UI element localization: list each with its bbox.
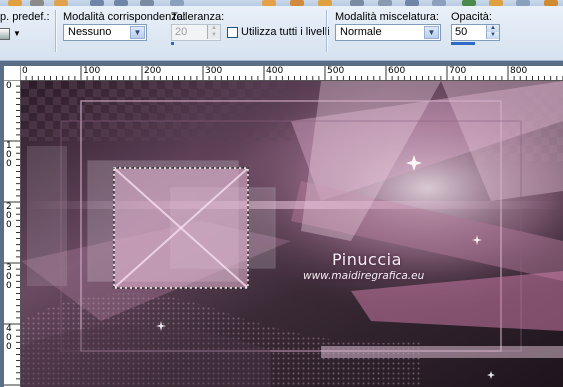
ruler-h-label: 100 [83,66,101,76]
spin-down-icon[interactable]: ▼ [207,32,220,39]
blend-value: Normale [340,26,382,38]
ruler-h-label: 300 [205,66,223,76]
watermark-url: www.maidiregrafica.eu [303,270,425,282]
preset-icon[interactable] [0,28,10,40]
ruler-v-label: 2 0 0 [6,202,12,230]
blend-dropdown[interactable]: Normale ▼ [335,24,441,41]
tool-options-bar: p. predef.: ▼ Modalità corrispondenza: N… [0,6,563,61]
all-layers-label: Utilizza tutti i livelli [241,26,330,38]
ruler-h-label: 700 [449,66,467,76]
chevron-down-icon[interactable]: ▼ [130,26,145,39]
ruler-ticks [20,66,563,80]
preset-dropdown-arrow-icon[interactable]: ▼ [13,29,21,38]
tolerance-slider[interactable] [171,42,174,45]
ruler-h-label: 200 [144,66,162,76]
mode-value: Nessuno [68,26,112,38]
ruler-h-label: 800 [510,66,528,76]
ruler-v-label: 4 0 0 [6,324,12,352]
artwork [21,81,563,387]
spin-down-icon[interactable]: ▼ [486,32,499,39]
separator [326,10,328,52]
ruler-v-label: 0 [6,81,12,91]
mode-label: Modalità corrispondenza: [63,11,186,23]
all-layers-checkbox[interactable] [227,27,238,38]
ruler-v-label: 3 0 0 [6,263,12,291]
blend-label: Modalità miscelatura: [335,11,439,23]
tolerance-label: Tolleranza: [171,11,225,23]
opacity-label: Opacità: [451,11,492,23]
opacity-spinner[interactable]: 50 ▲ ▼ [451,24,500,41]
ruler-h-label: 0 [22,66,28,76]
preset-label: p. predef.: [0,11,50,23]
mode-dropdown[interactable]: Nessuno ▼ [63,24,147,41]
vertical-ruler: 0 1 0 0 2 0 0 3 0 0 4 0 0 [4,80,21,387]
ruler-h-label: 400 [266,66,284,76]
image-canvas[interactable] [21,81,563,387]
spin-up-icon[interactable]: ▲ [207,25,220,32]
ruler-h-label: 500 [327,66,345,76]
ruler-v-label: 1 0 0 [6,141,12,169]
tolerance-spinner[interactable]: 20 ▲ ▼ [171,24,221,41]
spin-up-icon[interactable]: ▲ [486,25,499,32]
opacity-slider[interactable] [451,42,475,45]
chevron-down-icon[interactable]: ▼ [424,26,439,39]
watermark-title: Pinuccia [332,250,402,269]
horizontal-ruler: 0 100 200 300 400 500 600 700 800 [20,66,563,81]
ruler-corner [4,66,21,81]
tolerance-value: 20 [175,26,188,38]
ruler-h-label: 600 [388,66,406,76]
opacity-value: 50 [455,26,468,38]
separator [55,10,57,52]
